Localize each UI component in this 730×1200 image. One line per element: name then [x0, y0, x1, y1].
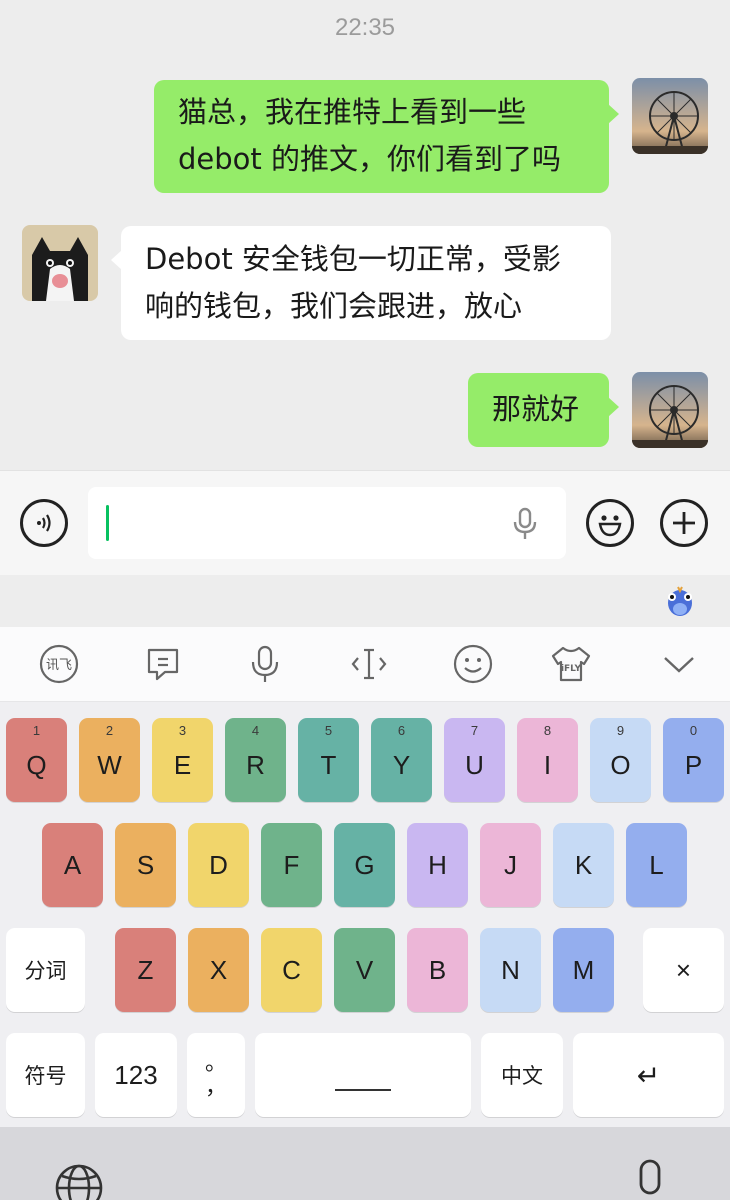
voice-wave-icon — [37, 514, 51, 532]
key-w[interactable]: 2W — [79, 718, 140, 802]
space-bar-line — [335, 1089, 391, 1091]
xunfei-logo-icon[interactable]: 讯飞 — [36, 641, 82, 687]
voice-toggle-button[interactable] — [20, 499, 68, 547]
text-cursor — [106, 505, 109, 541]
punctuation-key[interactable]: 。 ， — [187, 1033, 245, 1117]
message-text: 那就好 — [492, 392, 580, 426]
xunfei-logo-text: 讯飞 — [46, 658, 72, 673]
more-button[interactable] — [660, 499, 708, 547]
numbers-key[interactable]: 123 — [95, 1033, 177, 1117]
key-x[interactable]: X — [188, 928, 249, 1012]
key-g[interactable]: G — [334, 823, 395, 907]
skin-shirt-text: iFLY — [561, 664, 582, 674]
bubble-tail — [608, 397, 619, 417]
key-m[interactable]: M — [553, 928, 614, 1012]
ime-suggestion-strip — [0, 575, 730, 627]
space-key[interactable] — [255, 1033, 471, 1117]
bubble-tail — [111, 250, 122, 270]
keyboard-bottom-bar — [0, 1127, 730, 1200]
message-bubble-sent[interactable]: 猫总，我在推特上看到一些 debot 的推文，你们看到了吗 — [154, 80, 619, 193]
punct-period: 。 — [204, 1050, 227, 1075]
bubble-tail — [608, 104, 619, 124]
key-d[interactable]: D — [188, 823, 249, 907]
key-h[interactable]: H — [407, 823, 468, 907]
delete-key[interactable]: × — [643, 928, 724, 1012]
keyboard-toolbar: 讯飞 iFLY — [0, 627, 730, 702]
key-a[interactable]: A — [42, 823, 103, 907]
message-text: Debot 安全钱包一切正常，受影 — [145, 242, 561, 276]
mic-icon[interactable] — [242, 641, 288, 687]
keyboard: 讯飞 iFLY 1Q 2W 3E 4R 5T 6Y 7U 8I 9O 0P A … — [0, 627, 730, 1200]
mic-icon[interactable] — [512, 507, 538, 541]
clipboard-icon[interactable] — [140, 641, 186, 687]
avatar-me[interactable] — [632, 372, 708, 448]
key-k[interactable]: K — [553, 823, 614, 907]
avatar-contact[interactable] — [22, 225, 98, 301]
emoji-button[interactable] — [586, 499, 634, 547]
avatar-me[interactable] — [632, 78, 708, 154]
key-i[interactable]: 8I — [517, 718, 578, 802]
key-z[interactable]: Z — [115, 928, 176, 1012]
message-text: debot 的推文，你们看到了吗 — [178, 142, 561, 176]
key-l[interactable]: L — [626, 823, 687, 907]
key-c[interactable]: C — [261, 928, 322, 1012]
key-j[interactable]: J — [480, 823, 541, 907]
cursor-icon[interactable] — [346, 641, 392, 687]
return-key[interactable]: ↵ — [573, 1033, 724, 1117]
language-key[interactable]: 中文 — [481, 1033, 563, 1117]
key-segment[interactable]: 分词 — [6, 928, 85, 1012]
plus-icon — [673, 512, 695, 534]
message-input-bar — [0, 470, 730, 575]
key-e[interactable]: 3E — [152, 718, 213, 802]
key-s[interactable]: S — [115, 823, 176, 907]
symbols-key[interactable]: 符号 — [6, 1033, 85, 1117]
message-text: 猫总，我在推特上看到一些 — [178, 95, 527, 129]
chat-area: 22:35 猫总，我在推特上看到一些 debot 的推文，你们看到了吗 Debo… — [0, 0, 730, 470]
emoji-icon[interactable] — [450, 641, 496, 687]
key-f[interactable]: F — [261, 823, 322, 907]
collapse-chevron-icon[interactable] — [656, 641, 702, 687]
globe-icon[interactable] — [54, 1163, 104, 1200]
key-area: 1Q 2W 3E 4R 5T 6Y 7U 8I 9O 0P A S D F G … — [0, 702, 730, 1127]
message-text-input[interactable] — [88, 487, 566, 559]
message-bubble-sent[interactable]: 那就好 — [468, 373, 619, 447]
key-v[interactable]: V — [334, 928, 395, 1012]
message-timestamp: 22:35 — [334, 14, 396, 41]
skin-shirt-icon[interactable]: iFLY — [548, 641, 594, 687]
punct-comma: ， — [204, 1074, 227, 1099]
key-b[interactable]: B — [407, 928, 468, 1012]
message-bubble-received[interactable]: Debot 安全钱包一切正常，受影 响的钱包，我们会跟进，放心 — [111, 226, 611, 340]
message-text: 响的钱包，我们会跟进，放心 — [145, 289, 523, 323]
key-t[interactable]: 5T — [298, 718, 359, 802]
smiley-icon — [598, 515, 622, 537]
key-o[interactable]: 9O — [590, 718, 651, 802]
key-y[interactable]: 6Y — [371, 718, 432, 802]
key-n[interactable]: N — [480, 928, 541, 1012]
key-u[interactable]: 7U — [444, 718, 505, 802]
key-r[interactable]: 4R — [225, 718, 286, 802]
ime-mascot-icon[interactable] — [662, 585, 698, 619]
key-p[interactable]: 0P — [663, 718, 724, 802]
dictation-mic-icon[interactable] — [630, 1159, 670, 1200]
key-q[interactable]: 1Q — [6, 718, 67, 802]
